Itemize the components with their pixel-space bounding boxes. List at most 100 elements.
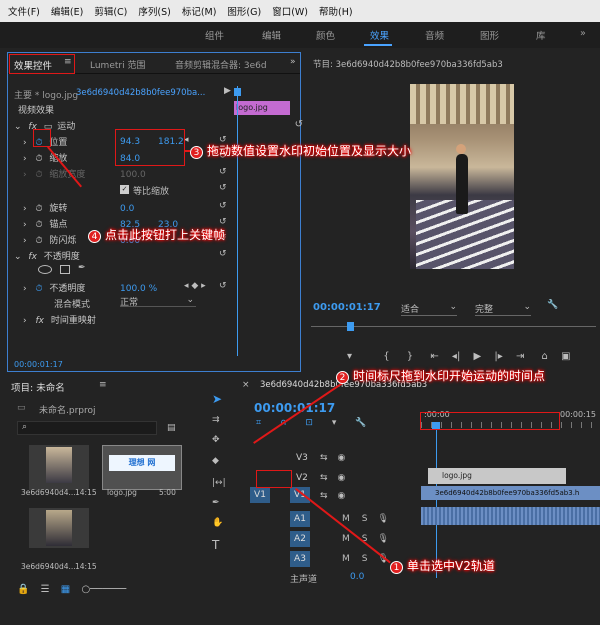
logo-clip[interactable]: logo.jpg (428, 468, 566, 484)
icon-view-icon[interactable]: ▦ (61, 584, 70, 595)
mark-out-icon[interactable]: } (407, 351, 413, 362)
solo-button[interactable]: S (362, 514, 368, 524)
export-frame-icon[interactable]: ▣ (561, 351, 570, 362)
eye-icon[interactable]: ◉ (338, 491, 346, 501)
rotation-value[interactable]: 0.0 (120, 204, 134, 214)
new-bin-icon[interactable]: ▤ (167, 423, 176, 433)
timeline-playhead[interactable] (436, 428, 437, 578)
pen-mask-icon[interactable]: ✒ (78, 263, 86, 273)
go-to-out-icon[interactable]: ⇥ (516, 351, 524, 362)
uniform-reset-icon[interactable]: ↺ (219, 183, 227, 193)
eye-icon[interactable]: ◉ (338, 473, 346, 483)
nest-icon[interactable]: ⌗ (256, 418, 261, 428)
play-only-icon[interactable]: ▶ (224, 86, 231, 96)
menu-window[interactable]: 窗口(W) (272, 4, 308, 18)
menu-sequence[interactable]: 序列(S) (138, 4, 170, 18)
opacity-group-row[interactable]: ⌄ fx 不透明度 (14, 249, 239, 264)
fit-select[interactable]: 适合 ⌄ (401, 302, 457, 316)
uniform-scale-checkbox[interactable]: ✓ (120, 185, 129, 194)
menu-file[interactable]: 文件(F) (8, 4, 40, 18)
menu-marker[interactable]: 标记(M) (182, 4, 217, 18)
menu-edit[interactable]: 编辑(E) (51, 4, 83, 18)
opacity-keyframe-nav-icon[interactable]: ◂ ◆ ▸ (184, 281, 206, 291)
workspace-libraries[interactable]: 库 (536, 28, 546, 42)
rotation-stopwatch-icon[interactable]: ⏱ (35, 204, 42, 214)
mute-button[interactable]: M (342, 554, 350, 564)
timeline-close-icon[interactable]: × (242, 380, 250, 390)
project-title[interactable]: 项目: 未命名 (11, 380, 65, 394)
add-marker-icon[interactable]: ▾ (347, 351, 352, 362)
project-menu-icon[interactable]: ≡ (99, 380, 107, 390)
selection-tool-icon[interactable]: ➤ (212, 392, 222, 406)
settings-wrench-icon[interactable]: 🔧 (547, 300, 558, 310)
workspace-assembly[interactable]: 组件 (205, 28, 224, 42)
workspace-graphics[interactable]: 图形 (480, 28, 499, 42)
menu-graphics[interactable]: 图形(G) (227, 4, 261, 18)
source-v1-patch[interactable]: V1 (250, 487, 270, 503)
video-clip[interactable]: 3e6d6940d42b8b0fee970ba336fd5ab3.h (421, 486, 600, 500)
solo-button[interactable]: S (362, 554, 368, 564)
workspace-more-icon[interactable]: » (580, 28, 586, 39)
slip-icon[interactable]: |↔| (212, 478, 226, 488)
workspace-color[interactable]: 颜色 (316, 28, 335, 42)
program-video-frame[interactable] (410, 84, 514, 269)
opacity-value[interactable]: 100.0 % (120, 284, 157, 294)
track-v1-label[interactable]: V1 (290, 487, 310, 503)
workspace-editing[interactable]: 编辑 (262, 28, 281, 42)
step-forward-icon[interactable]: |▸ (494, 351, 502, 362)
anchor-stopwatch-icon[interactable]: ⏱ (35, 220, 42, 230)
mic-icon[interactable]: 🎙 (377, 514, 388, 524)
add-marker-icon[interactable]: ▾ (332, 418, 337, 428)
motion-reset-icon[interactable]: ↺ (295, 119, 303, 130)
effect-playhead-handle[interactable] (234, 88, 241, 96)
step-back-icon[interactable]: ◂| (452, 351, 460, 362)
track-a1-label[interactable]: A1 (290, 511, 310, 527)
track-v2-label[interactable]: V2 (296, 473, 308, 483)
mic-icon[interactable]: 🎙 (377, 534, 388, 544)
list-view-icon[interactable]: ☰ (41, 584, 50, 595)
mark-in-icon[interactable]: { (383, 351, 389, 362)
expand-chevron-icon[interactable]: ⌄ (14, 122, 22, 132)
opacity-reset-icon[interactable]: ↺ (219, 281, 227, 291)
settings-wrench-icon[interactable]: 🔧 (355, 418, 366, 428)
menu-clip[interactable]: 剪辑(C) (94, 4, 127, 18)
timeline-timecode[interactable]: 00:00:01:17 (254, 401, 335, 415)
sync-lock-icon[interactable]: ⇆ (320, 491, 328, 501)
workspace-effects[interactable]: 效果 (370, 28, 389, 42)
panel-overflow-icon[interactable]: » (290, 57, 296, 67)
sync-lock-icon[interactable]: ⇆ (320, 453, 328, 463)
master-clip-label[interactable]: 主要 * logo.jpg (14, 88, 78, 101)
rectangle-mask-icon[interactable] (60, 265, 70, 274)
opacity-stopwatch-icon[interactable]: ⏱ (35, 284, 42, 294)
track-select-icon[interactable]: ⇉ (212, 415, 220, 425)
lift-icon[interactable]: ⌂ (542, 351, 548, 362)
sequence-clip-label[interactable]: 3e6d6940d42b8b0fee970ba... (76, 88, 205, 98)
audio-clip[interactable] (421, 507, 600, 525)
workspace-audio[interactable]: 音频 (425, 28, 444, 42)
sync-lock-icon[interactable]: ⇆ (320, 473, 328, 483)
eye-icon[interactable]: ◉ (338, 453, 346, 463)
track-a3-label[interactable]: A3 (290, 551, 310, 567)
program-timecode[interactable]: 00:00:01:17 (313, 302, 381, 313)
menu-help[interactable]: 帮助(H) (319, 4, 353, 18)
razor-icon[interactable]: ◆ (212, 456, 219, 466)
lock-icon[interactable]: 🔒 (17, 584, 29, 595)
go-to-in-icon[interactable]: ⇤ (430, 351, 438, 362)
pen-icon[interactable]: ✒ (212, 498, 220, 508)
scale-stopwatch-icon[interactable]: ⏱ (35, 154, 42, 164)
scale-width-reset-icon[interactable]: ↺ (219, 167, 227, 177)
play-icon[interactable]: ▶ (474, 351, 482, 362)
track-a2-label[interactable]: A2 (290, 531, 310, 547)
ripple-edit-icon[interactable]: ✥ (212, 435, 220, 445)
opacity-group-reset-icon[interactable]: ↺ (219, 249, 227, 259)
type-tool-icon[interactable]: T (212, 538, 219, 552)
program-playhead[interactable] (347, 322, 354, 331)
project-search-input[interactable]: ⌕ (17, 421, 157, 435)
mute-button[interactable]: M (342, 514, 350, 524)
project-item-video-2[interactable] (29, 508, 89, 548)
project-item-video-1[interactable] (29, 445, 89, 490)
linked-selection-icon[interactable]: ⊡ (305, 418, 313, 428)
project-item-logo[interactable]: 理想 网 (102, 445, 182, 490)
zoom-slider[interactable]: ○────── (81, 584, 126, 595)
chevron-right-icon[interactable]: › (23, 138, 27, 148)
